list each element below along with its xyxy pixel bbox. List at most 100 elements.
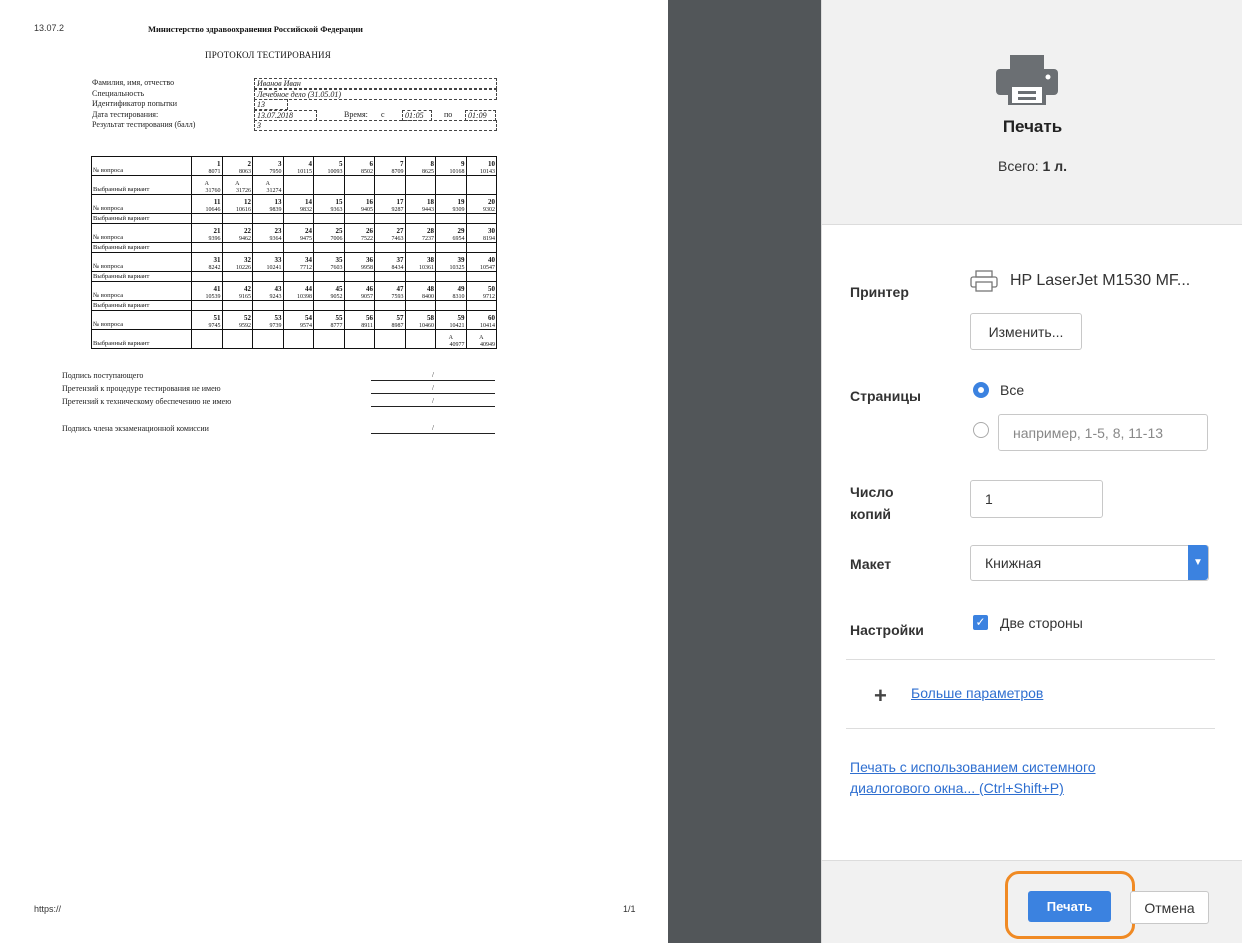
question-row: № вопроса 41 10539 42 9165 43 9243 44 10398 45 905… [91, 281, 497, 301]
question-row-label: № вопроса [91, 281, 192, 301]
answer-cell [221, 329, 253, 349]
dialog-header: Печать Всего: 1 л. [822, 0, 1242, 225]
answer-cell [374, 242, 406, 253]
printer-label: Принтер [850, 284, 909, 300]
plus-icon[interactable]: + [874, 683, 887, 709]
print-button[interactable]: Печать [1028, 891, 1111, 922]
sign-applicant: Подпись поступающего / [62, 371, 495, 381]
question-cell: 4 10115 [282, 156, 314, 176]
preview-background [668, 0, 821, 943]
sign-technical-label: Претензий к техническому обеспечению не … [62, 397, 232, 406]
question-cell: 12 10616 [221, 194, 253, 214]
duplex-checkbox[interactable]: ✓ [973, 615, 988, 630]
answer-cell: А 31726 [221, 175, 253, 195]
answer-cell [191, 242, 223, 253]
answer-cell [313, 242, 345, 253]
sign-applicant-label: Подпись поступающего [62, 371, 144, 380]
answer-cell [465, 213, 497, 224]
protocol-title: ПРОТОКОЛ ТЕСТИРОВАНИЯ [205, 50, 331, 60]
total-prefix: Всего: [998, 158, 1039, 174]
change-printer-button[interactable]: Изменить... [970, 313, 1082, 350]
pages-range-input[interactable]: например, 1-5, 8, 11-13 [998, 414, 1208, 451]
question-cell: 48 8400 [404, 281, 436, 301]
duplex-label: Две стороны [1000, 615, 1083, 631]
answer-cell [404, 271, 436, 282]
pages-custom-radio[interactable] [973, 422, 989, 438]
answer-cell [252, 213, 284, 224]
answer-cell [343, 300, 375, 311]
question-cell: 9 10168 [435, 156, 467, 176]
question-cell: 55 8777 [313, 310, 345, 330]
answer-cell [252, 329, 284, 349]
answer-cell [313, 213, 345, 224]
pages-all-radio[interactable] [973, 382, 989, 398]
pages-label: Страницы [850, 388, 921, 404]
question-cell: 53 9739 [252, 310, 284, 330]
answer-row-label: Выбранный вариант [91, 175, 192, 195]
protocol-fields: Фамилия, имя, отчество Иванов Иван Специ… [92, 78, 497, 131]
answer-cell [343, 213, 375, 224]
answer-cell [191, 271, 223, 282]
question-cell: 25 7006 [313, 223, 345, 243]
answer-row: Выбранный вариант [91, 300, 497, 311]
attempt-label: Идентификатор попытки [92, 99, 178, 108]
answer-row-label: Выбранный вариант [91, 300, 192, 311]
answer-cell [282, 271, 314, 282]
question-cell: 30 8194 [465, 223, 497, 243]
system-dialog-link[interactable]: Печать с использованием системного диало… [850, 757, 1150, 799]
question-cell: 58 10460 [404, 310, 436, 330]
answer-cell [252, 242, 284, 253]
answer-cell: А 40949 [465, 329, 497, 349]
time-to-value: 01:09 [465, 109, 496, 121]
question-cell: 20 9302 [465, 194, 497, 214]
answer-cell [282, 300, 314, 311]
answer-cell [404, 329, 436, 349]
question-row-label: № вопроса [91, 310, 192, 330]
answer-cell [435, 175, 467, 195]
printer-selection: HP LaserJet M1530 MF... [970, 270, 1190, 292]
question-cell: 13 9839 [252, 194, 284, 214]
sign-procedure-line: / [371, 384, 495, 394]
answer-cell [191, 329, 223, 349]
specialty-label: Специальность [92, 88, 145, 98]
field-name: Фамилия, имя, отчество Иванов Иван [92, 78, 497, 89]
printer-small-icon [970, 270, 998, 292]
sign-commission: Подпись члена экзаменационной комиссии / [62, 424, 495, 434]
total-sheets: Всего: 1 л. [822, 158, 1242, 174]
answer-cell: А 31274 [252, 175, 284, 195]
name-label: Фамилия, имя, отчество [92, 78, 175, 87]
layout-select[interactable]: Книжная ▼ [970, 545, 1209, 581]
question-cell: 33 10241 [252, 252, 284, 272]
answer-cell [282, 242, 314, 253]
more-params-link[interactable]: Больше параметров [911, 685, 1043, 701]
question-cell: 18 9443 [404, 194, 436, 214]
question-cell: 11 10646 [191, 194, 223, 214]
printer-name: HP LaserJet M1530 MF... [1010, 272, 1191, 289]
layout-value: Книжная [985, 555, 1042, 571]
answer-cell [313, 300, 345, 311]
answer-row: Выбранный вариант А 31760 А 31726 А 31274 [91, 175, 497, 195]
field-specialty: Специальность Лечебное дело (31.05.01) [92, 88, 497, 100]
question-cell: 27 7463 [374, 223, 406, 243]
question-cell: 52 9592 [221, 310, 253, 330]
answer-cell [282, 213, 314, 224]
answer-row: Выбранный вариант [91, 242, 497, 253]
dialog-footer: Печать Отмена [822, 860, 1242, 943]
question-cell: 49 8310 [435, 281, 467, 301]
time-label: Время: [344, 109, 368, 119]
answer-cell [404, 300, 436, 311]
cancel-button[interactable]: Отмена [1130, 891, 1209, 924]
answer-cell [465, 300, 497, 311]
answer-cell [221, 300, 253, 311]
question-cell: 37 8434 [374, 252, 406, 272]
question-cell: 42 9165 [221, 281, 253, 301]
copies-input[interactable]: 1 [970, 480, 1103, 518]
divider-line [846, 659, 1215, 660]
answer-cell [465, 271, 497, 282]
name-value: Иванов Иван [254, 78, 497, 89]
question-cell: 2 8063 [221, 156, 253, 176]
date-label: Дата тестирования: [92, 109, 159, 119]
answer-cell [343, 242, 375, 253]
answer-row: Выбранный вариант [91, 271, 497, 282]
ministry-heading: Министерство здравоохранения Российской … [148, 24, 363, 34]
